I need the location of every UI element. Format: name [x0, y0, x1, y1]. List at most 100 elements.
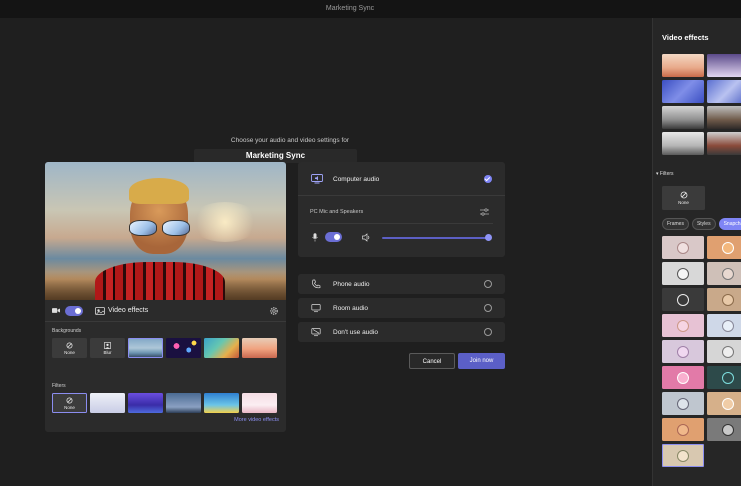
room-audio-option[interactable]: Room audio	[298, 298, 505, 318]
cancel-button[interactable]: Cancel	[409, 353, 455, 369]
video-effects-icon	[95, 307, 105, 315]
background-balloons[interactable]	[166, 338, 201, 358]
room-audio-radio[interactable]	[484, 304, 492, 312]
volume-slider[interactable]	[382, 237, 490, 239]
filters-label: Filters	[52, 383, 66, 389]
filter-none-side-label: None	[678, 200, 689, 205]
filter-purple[interactable]	[128, 393, 163, 413]
no-audio-icon	[311, 328, 321, 337]
window-title: Marketing Sync	[325, 5, 375, 12]
backgrounds-row: None Blur	[52, 338, 277, 358]
filter-thumb[interactable]	[707, 418, 741, 441]
bg-thumb[interactable]	[707, 54, 741, 77]
computer-audio-icon	[311, 174, 323, 184]
filter-pink[interactable]	[242, 393, 277, 413]
background-none[interactable]: None	[52, 338, 87, 358]
backgrounds-label: Backgrounds	[52, 328, 82, 334]
bg-thumb[interactable]	[662, 54, 704, 77]
filters-section-label: Filters	[659, 171, 674, 177]
filter-thumb[interactable]	[707, 288, 741, 311]
filter-soft[interactable]	[90, 393, 125, 413]
prejoin-prompt: Choose your audio and video settings for	[230, 137, 350, 144]
filter-thumb[interactable]	[707, 262, 741, 285]
join-now-button[interactable]: Join now	[458, 353, 505, 369]
tab-styles[interactable]: Styles	[691, 218, 716, 230]
bg-thumb[interactable]	[707, 106, 741, 129]
filters-row: None	[52, 393, 277, 413]
tab-snapchat[interactable]: Snapchat	[718, 218, 741, 230]
camera-icon	[52, 308, 60, 313]
video-preview	[45, 162, 286, 300]
no-audio-radio[interactable]	[484, 328, 492, 336]
room-icon	[311, 304, 321, 313]
filter-tabs: Frames Styles Snapchat	[662, 218, 741, 230]
phone-audio-radio[interactable]	[484, 280, 492, 288]
no-audio-label: Don't use audio	[333, 329, 378, 336]
blur-icon	[104, 341, 111, 349]
gear-icon[interactable]	[269, 306, 279, 316]
none-icon	[680, 191, 687, 199]
filter-thumb[interactable]	[707, 366, 741, 389]
bg-thumb[interactable]	[662, 80, 704, 103]
snapchat-filter-grid	[662, 236, 741, 467]
meeting-name: Marketing Sync	[194, 149, 357, 163]
computer-audio-option[interactable]: Computer audio	[298, 162, 505, 196]
bg-thumb[interactable]	[662, 106, 704, 129]
background-none-label: None	[64, 349, 75, 355]
background-beach[interactable]	[128, 338, 163, 358]
filter-none[interactable]: None	[52, 393, 87, 413]
bg-thumb[interactable]	[707, 80, 741, 103]
filter-thumb[interactable]	[662, 366, 704, 389]
background-room[interactable]	[242, 338, 277, 358]
filter-thumb[interactable]	[662, 262, 704, 285]
computer-audio-panel: Computer audio PC Mic and Speakers	[298, 162, 505, 257]
video-effects-label[interactable]: Video effects	[108, 307, 148, 314]
selected-check-icon	[484, 175, 492, 183]
background-grid	[662, 54, 741, 155]
room-audio-label: Room audio	[333, 305, 369, 312]
video-card: Video effects Backgrounds None Blur Filt…	[45, 162, 286, 432]
more-video-effects-link[interactable]: More video effects	[45, 417, 279, 423]
bg-thumb[interactable]	[662, 132, 704, 155]
filter-thumb[interactable]	[662, 392, 704, 415]
tab-frames[interactable]: Frames	[662, 218, 689, 230]
sunglasses-filter	[129, 220, 191, 236]
camera-toggle[interactable]	[65, 306, 83, 316]
phone-audio-option[interactable]: Phone audio	[298, 274, 505, 294]
filter-thumb[interactable]	[662, 314, 704, 337]
bg-thumb[interactable]	[707, 132, 741, 155]
panel-title: Video effects	[662, 33, 709, 42]
filter-thumb[interactable]	[707, 314, 741, 337]
filter-thumb-selected[interactable]	[662, 444, 704, 467]
video-effects-panel: Video effects ▾ Filters None Frames Styl…	[652, 18, 741, 486]
microphone-toggle[interactable]	[325, 232, 342, 242]
filter-thumb[interactable]	[662, 340, 704, 363]
filter-thumb[interactable]	[662, 418, 704, 441]
none-icon	[66, 397, 73, 403]
phone-audio-label: Phone audio	[333, 281, 370, 288]
filter-none-side[interactable]: None	[662, 186, 705, 210]
microphone-icon	[312, 233, 318, 242]
person-shirt	[95, 262, 225, 300]
video-controls: Video effects	[45, 300, 286, 322]
filters-section-header[interactable]: ▾ Filters	[656, 171, 674, 177]
device-settings-icon[interactable]	[480, 208, 489, 216]
audio-device-label[interactable]: PC Mic and Speakers	[310, 209, 363, 215]
filter-thumb[interactable]	[662, 288, 704, 311]
filter-thumb[interactable]	[707, 340, 741, 363]
filter-sky[interactable]	[204, 393, 239, 413]
computer-audio-label: Computer audio	[333, 176, 380, 183]
background-blur-label: Blur	[103, 349, 112, 355]
filter-blue[interactable]	[166, 393, 201, 413]
background-colorful[interactable]	[204, 338, 239, 358]
phone-icon	[312, 279, 321, 289]
filter-thumb[interactable]	[707, 392, 741, 415]
background-blur[interactable]: Blur	[90, 338, 125, 358]
none-icon	[66, 342, 73, 348]
filter-thumb[interactable]	[662, 236, 704, 259]
filter-thumb[interactable]	[707, 236, 741, 259]
volume-slider-handle[interactable]	[485, 234, 492, 241]
divider	[310, 223, 493, 224]
no-audio-option[interactable]: Don't use audio	[298, 322, 505, 342]
title-bar: Marketing Sync	[0, 0, 741, 18]
